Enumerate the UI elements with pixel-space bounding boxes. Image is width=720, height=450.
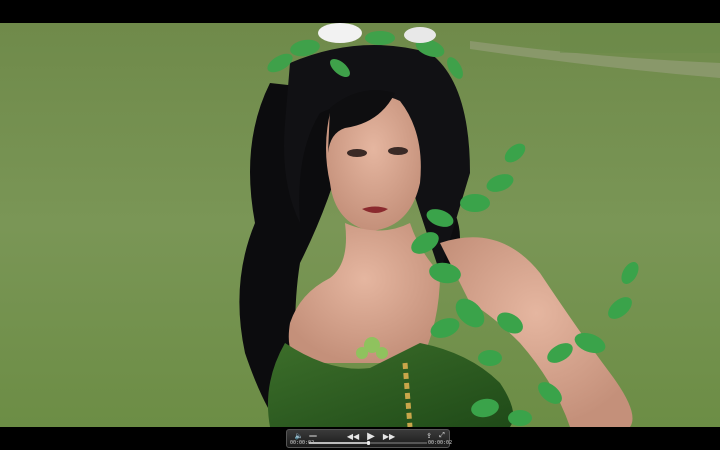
left-eye [347, 149, 367, 157]
white-flower [318, 23, 362, 43]
volume-icon[interactable]: 🔈 [294, 431, 304, 440]
right-eye [388, 147, 408, 155]
volume-slider[interactable] [309, 435, 317, 437]
video-frame[interactable] [0, 23, 720, 427]
total-duration: 00:00:02 [428, 440, 453, 446]
fast-forward-icon[interactable]: ▶▶ [383, 431, 395, 441]
video-still [0, 23, 720, 427]
scrub-handle[interactable] [367, 441, 370, 445]
fullscreen-icon[interactable]: ⤢ [437, 431, 447, 440]
video-player: 🔈 ◀◀ ▶ ▶▶ ⇪ ⤢ 00:00:02 00:00:02 [0, 0, 720, 450]
share-icon[interactable]: ⇪ [424, 431, 434, 440]
scrub-progress [309, 442, 368, 444]
scrub-bar[interactable] [309, 441, 427, 445]
rewind-icon[interactable]: ◀◀ [347, 431, 359, 441]
playback-controls: 🔈 ◀◀ ▶ ▶▶ ⇪ ⤢ 00:00:02 00:00:02 [286, 429, 453, 448]
